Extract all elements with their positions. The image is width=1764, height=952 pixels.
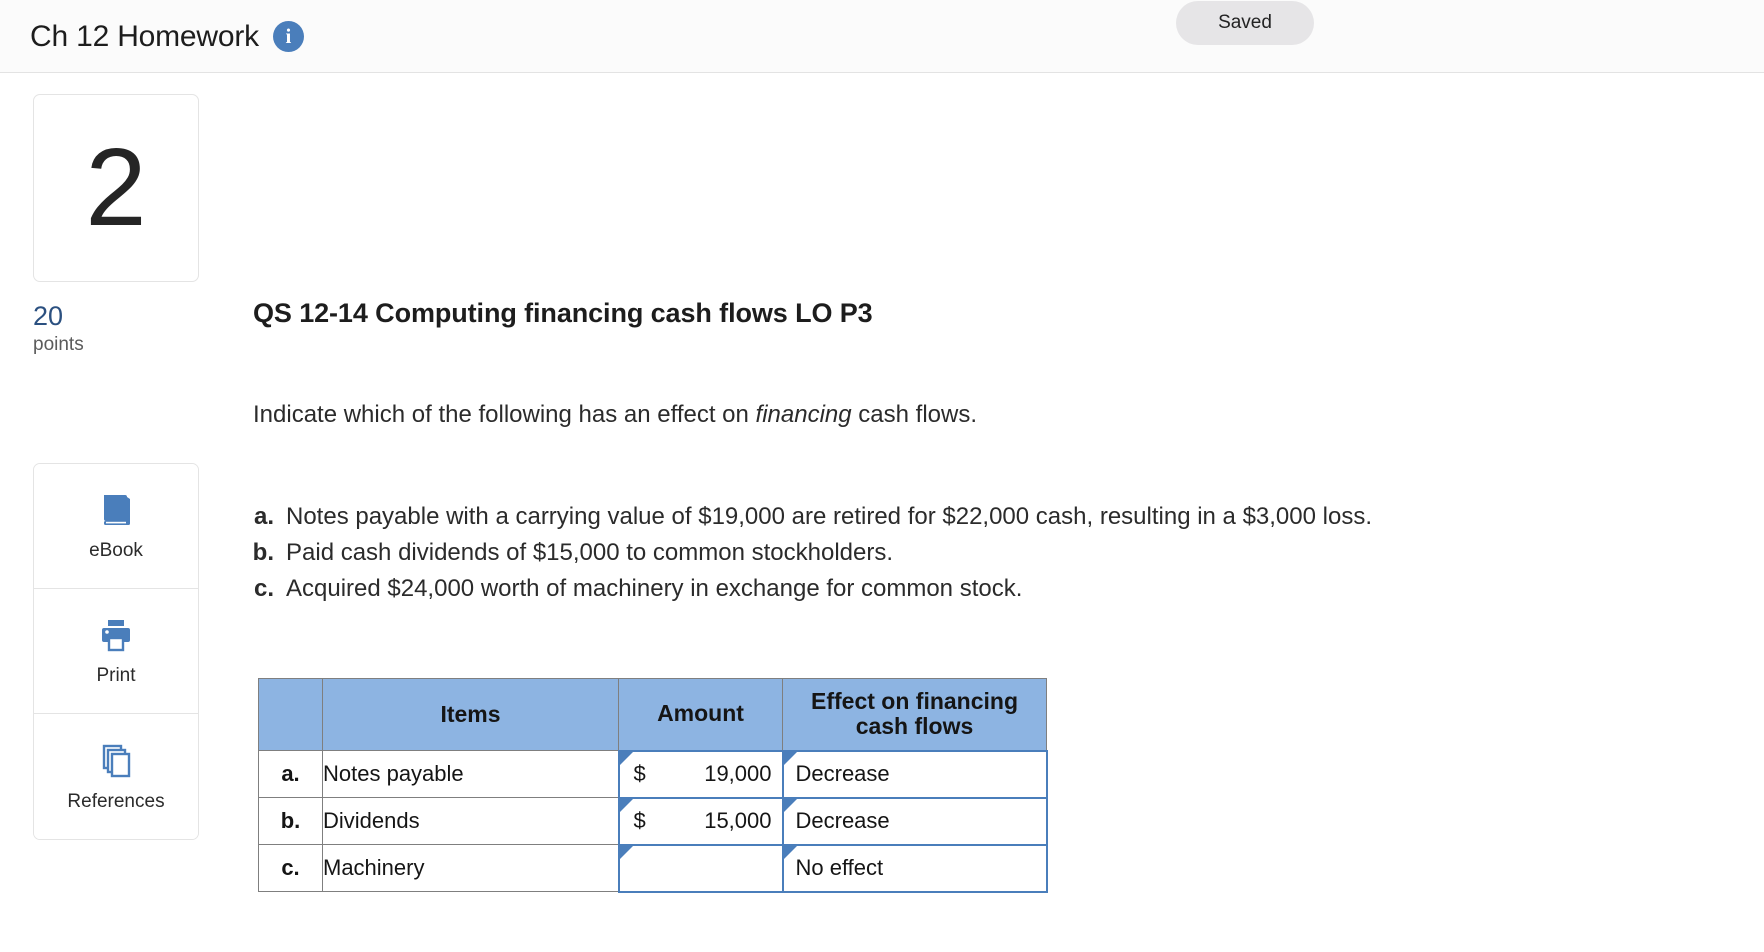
tool-button-stack: eBook Print References [33, 463, 199, 840]
question-number: 2 [85, 126, 147, 249]
question-items-list: a. Notes payable with a carrying value o… [240, 501, 1372, 609]
answer-table: Items Amount Effect on financing cash fl… [258, 678, 1048, 893]
assignment-title: Ch 12 Homework [30, 19, 259, 53]
list-item-letter: c. [253, 575, 274, 603]
page-body: 2 20 points eBook Print References QS 12… [0, 73, 1764, 952]
question-number-box: 2 [33, 94, 199, 282]
ebook-icon [96, 490, 136, 530]
table-row: b. Dividends $ 15,000 Decrease [258, 796, 1048, 846]
row-item: Dividends [322, 797, 619, 845]
instruction-prefix: Indicate which of the following has an e… [253, 401, 756, 428]
ebook-button[interactable]: eBook [34, 464, 198, 589]
header-letter [258, 678, 323, 751]
header-effect-line2: cash flows [855, 713, 974, 740]
amount-input-cell[interactable]: $ 15,000 [617, 796, 784, 846]
row-item: Machinery [322, 844, 619, 892]
amount-value[interactable]: 19,000 [646, 761, 771, 787]
effect-select-cell[interactable]: No effect [781, 843, 1048, 893]
amount-currency: $ [633, 761, 646, 786]
table-row: a. Notes payable $ 19,000 Decrease [258, 749, 1048, 799]
references-icon [96, 741, 136, 781]
amount-input-cell[interactable] [617, 843, 784, 893]
effect-select-cell[interactable]: Decrease [781, 749, 1048, 799]
header-amount: Amount [618, 678, 783, 751]
row-item: Notes payable [322, 750, 619, 798]
header-items: Items [322, 678, 619, 751]
list-item-text: Paid cash dividends of $15,000 to common… [286, 539, 894, 567]
question-title: QS 12-14 Computing financing cash flows … [253, 298, 873, 328]
list-item-letter: b. [252, 539, 274, 567]
list-item: c. Acquired $24,000 worth of machinery i… [240, 573, 1372, 605]
points-value: 20 [33, 301, 64, 331]
amount-input-cell[interactable]: $ 19,000 [617, 749, 784, 799]
list-item: a. Notes payable with a carrying value o… [240, 501, 1372, 533]
row-letter: c. [258, 844, 323, 892]
top-bar: Ch 12 Homework i Saved [0, 0, 1764, 73]
printer-icon [96, 615, 136, 655]
print-button[interactable]: Print [34, 589, 198, 714]
list-item: b. Paid cash dividends of $15,000 to com… [240, 537, 1372, 569]
table-row: c. Machinery No effect [258, 843, 1048, 893]
list-item-text: Notes payable with a carrying value of $… [286, 503, 1372, 530]
references-label: References [67, 790, 165, 812]
question-instruction: Indicate which of the following has an e… [253, 401, 977, 429]
instruction-suffix: cash flows. [851, 401, 978, 428]
header-effect-line1: Effect on financing [811, 687, 1018, 714]
header-effect: Effect on financing cash flows [782, 678, 1047, 751]
question-content: QS 12-14 Computing financing cash flows … [220, 73, 1764, 952]
list-item-text: Acquired $24,000 worth of machinery in e… [286, 575, 1023, 603]
effect-value[interactable]: No effect [796, 855, 884, 881]
amount-value[interactable]: 15,000 [646, 808, 771, 834]
left-rail: 2 20 points eBook Print References [0, 73, 220, 952]
instruction-emphasis: financing [755, 401, 852, 428]
ebook-label: eBook [89, 540, 143, 561]
row-letter: a. [258, 750, 323, 798]
effect-value[interactable]: Decrease [796, 808, 890, 834]
row-letter: b. [258, 797, 323, 845]
assignment-header: Ch 12 Homework i [30, 0, 304, 73]
points-label: points [33, 334, 84, 356]
effect-select-cell[interactable]: Decrease [781, 796, 1048, 846]
saved-status-badge: Saved [1176, 1, 1314, 45]
info-icon[interactable]: i [272, 21, 304, 52]
list-item-letter: a. [253, 503, 274, 530]
table-header-row: Items Amount Effect on financing cash fl… [258, 678, 1047, 751]
print-label: Print [96, 665, 136, 686]
references-button[interactable]: References [34, 714, 198, 839]
effect-value[interactable]: Decrease [796, 761, 890, 787]
amount-currency: $ [633, 808, 646, 833]
points-block: 20 points [33, 301, 203, 356]
